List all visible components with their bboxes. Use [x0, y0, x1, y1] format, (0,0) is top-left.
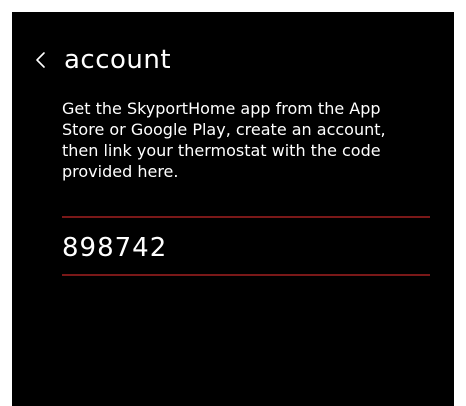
- header: account: [34, 40, 171, 80]
- divider-top: [62, 216, 430, 218]
- account-screen: account Get the SkyportHome app from the…: [12, 12, 454, 406]
- page-title: account: [64, 45, 172, 75]
- chevron-left-icon[interactable]: [34, 40, 58, 80]
- instructions-text: Get the SkyportHome app from the App Sto…: [62, 99, 386, 181]
- link-code: 898742: [62, 233, 168, 263]
- divider-bottom: [62, 274, 430, 276]
